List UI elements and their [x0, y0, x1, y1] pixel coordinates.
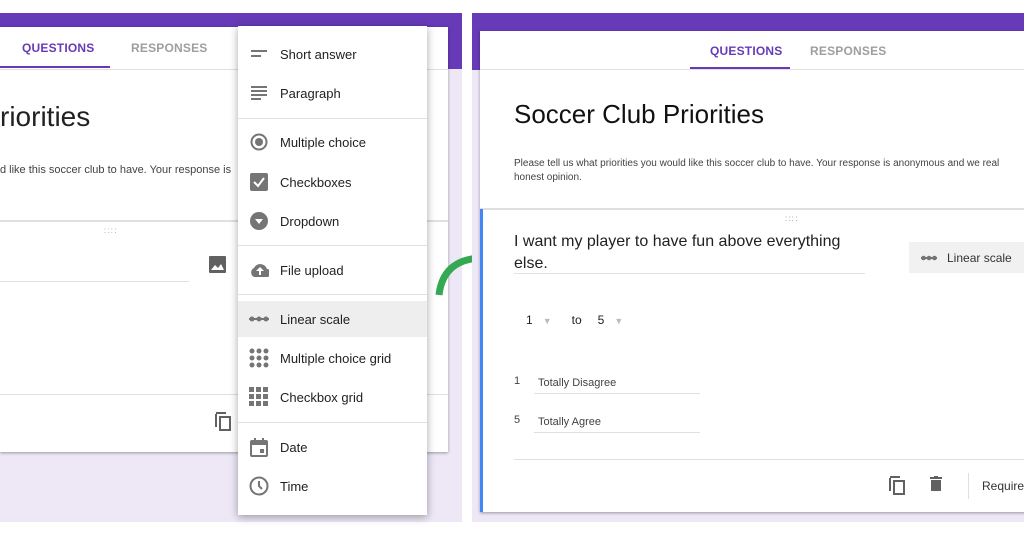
menu-item-linear-scale[interactable]: Linear scale [238, 301, 427, 337]
tab-responses[interactable]: RESPONSES [131, 41, 208, 55]
tab-underline [0, 66, 110, 68]
scale-from-value: 1 [526, 313, 533, 327]
divider [480, 69, 1024, 70]
question-type-label: Linear scale [947, 250, 1012, 265]
menu-label: Linear scale [280, 311, 351, 327]
menu-label: Checkboxes [280, 174, 352, 190]
menu-item-paragraph[interactable]: Paragraph [238, 75, 427, 111]
menu-label: Date [280, 439, 308, 455]
form-description[interactable]: d like this soccer club to have. Your re… [0, 164, 231, 176]
form-description-line1[interactable]: Please tell us what priorities you would… [514, 158, 999, 169]
menu-item-multiple-choice-grid[interactable]: Multiple choice grid [238, 340, 427, 376]
divider [514, 459, 1024, 460]
form-title[interactable]: Soccer Club Priorities [514, 99, 764, 130]
menu-label: Multiple choice [280, 134, 366, 150]
short-answer-icon [249, 44, 269, 64]
tab-responses[interactable]: RESPONSES [810, 44, 887, 58]
calendar-icon [249, 437, 269, 457]
label-number: 1 [514, 375, 521, 387]
form-description-line2[interactable]: honest opinion. [514, 172, 582, 183]
divider [238, 294, 427, 295]
scale-to-word: to [571, 313, 582, 327]
scale-to-select[interactable]: 5 ▼ [598, 313, 624, 327]
label-number: 5 [514, 414, 521, 426]
question-type-select[interactable]: Linear scale [909, 242, 1024, 273]
drag-handle-icon[interactable]: ∷∷ [785, 214, 798, 225]
menu-item-file-upload[interactable]: File upload [238, 252, 427, 288]
scale-to-value: 5 [597, 313, 605, 327]
dot-grid-icon [249, 348, 269, 368]
active-question-indicator [480, 209, 483, 512]
menu-label: Time [280, 478, 309, 494]
menu-label: Checkbox grid [280, 389, 364, 405]
divider [480, 208, 1024, 210]
menu-item-checkboxes[interactable]: Checkboxes [238, 164, 427, 200]
menu-label: Multiple choice grid [280, 350, 392, 366]
checkbox-icon [249, 172, 269, 192]
low-label-input[interactable]: Totally Disagree [538, 377, 616, 389]
menu-item-checkbox-grid[interactable]: Checkbox grid [238, 379, 427, 415]
menu-label: Dropdown [280, 213, 340, 229]
cloud-upload-icon [249, 260, 269, 280]
chevron-down-icon: ▼ [614, 316, 624, 326]
question-text-line: else. [514, 255, 548, 272]
paragraph-icon [249, 83, 269, 103]
tab-questions[interactable]: QUESTIONS [710, 44, 782, 58]
menu-label: Short answer [280, 46, 357, 62]
menu-item-short-answer[interactable]: Short answer [238, 36, 427, 72]
scale-from-select[interactable]: 1 ▼ [526, 313, 552, 327]
question-underline [0, 281, 189, 282]
linear-scale-icon [921, 255, 937, 260]
required-toggle-label[interactable]: Required [982, 479, 1024, 493]
question-title[interactable]: I want my player to have fun above every… [514, 231, 840, 275]
form-title[interactable]: riorities [0, 101, 90, 133]
divider [238, 245, 427, 246]
right-form-card: QUESTIONS RESPONSES Soccer Club Prioriti… [480, 31, 1024, 512]
menu-item-multiple-choice[interactable]: Multiple choice [238, 124, 427, 160]
linear-scale-icon [249, 309, 269, 329]
tab-questions[interactable]: QUESTIONS [22, 41, 94, 55]
menu-item-dropdown[interactable]: Dropdown [238, 203, 427, 239]
divider [238, 422, 427, 423]
copy-icon[interactable] [888, 475, 906, 495]
drag-handle-icon[interactable]: ∷∷ [104, 226, 117, 237]
menu-item-time[interactable]: Time [238, 468, 427, 504]
chevron-down-icon: ▼ [542, 316, 552, 326]
menu-label: Paragraph [280, 85, 341, 101]
divider [968, 473, 969, 499]
menu-label: File upload [280, 262, 344, 278]
question-text-line: I want my player to have fun above every… [514, 233, 841, 250]
question-underline [514, 273, 865, 274]
divider [238, 118, 427, 119]
clock-icon [249, 476, 269, 496]
copy-icon[interactable] [214, 411, 232, 431]
radio-icon [249, 132, 269, 152]
dropdown-icon [249, 211, 269, 231]
input-underline [534, 432, 700, 433]
high-label-input[interactable]: Totally Agree [538, 416, 601, 428]
scale-range: 1 ▼ to 5 ▼ [526, 313, 623, 327]
trash-icon[interactable] [930, 476, 942, 491]
menu-item-date[interactable]: Date [238, 429, 427, 465]
image-icon[interactable] [209, 256, 226, 273]
question-type-menu: Short answer Paragraph Multiple choice C… [238, 26, 427, 515]
input-underline [534, 393, 700, 394]
square-grid-icon [249, 387, 269, 407]
